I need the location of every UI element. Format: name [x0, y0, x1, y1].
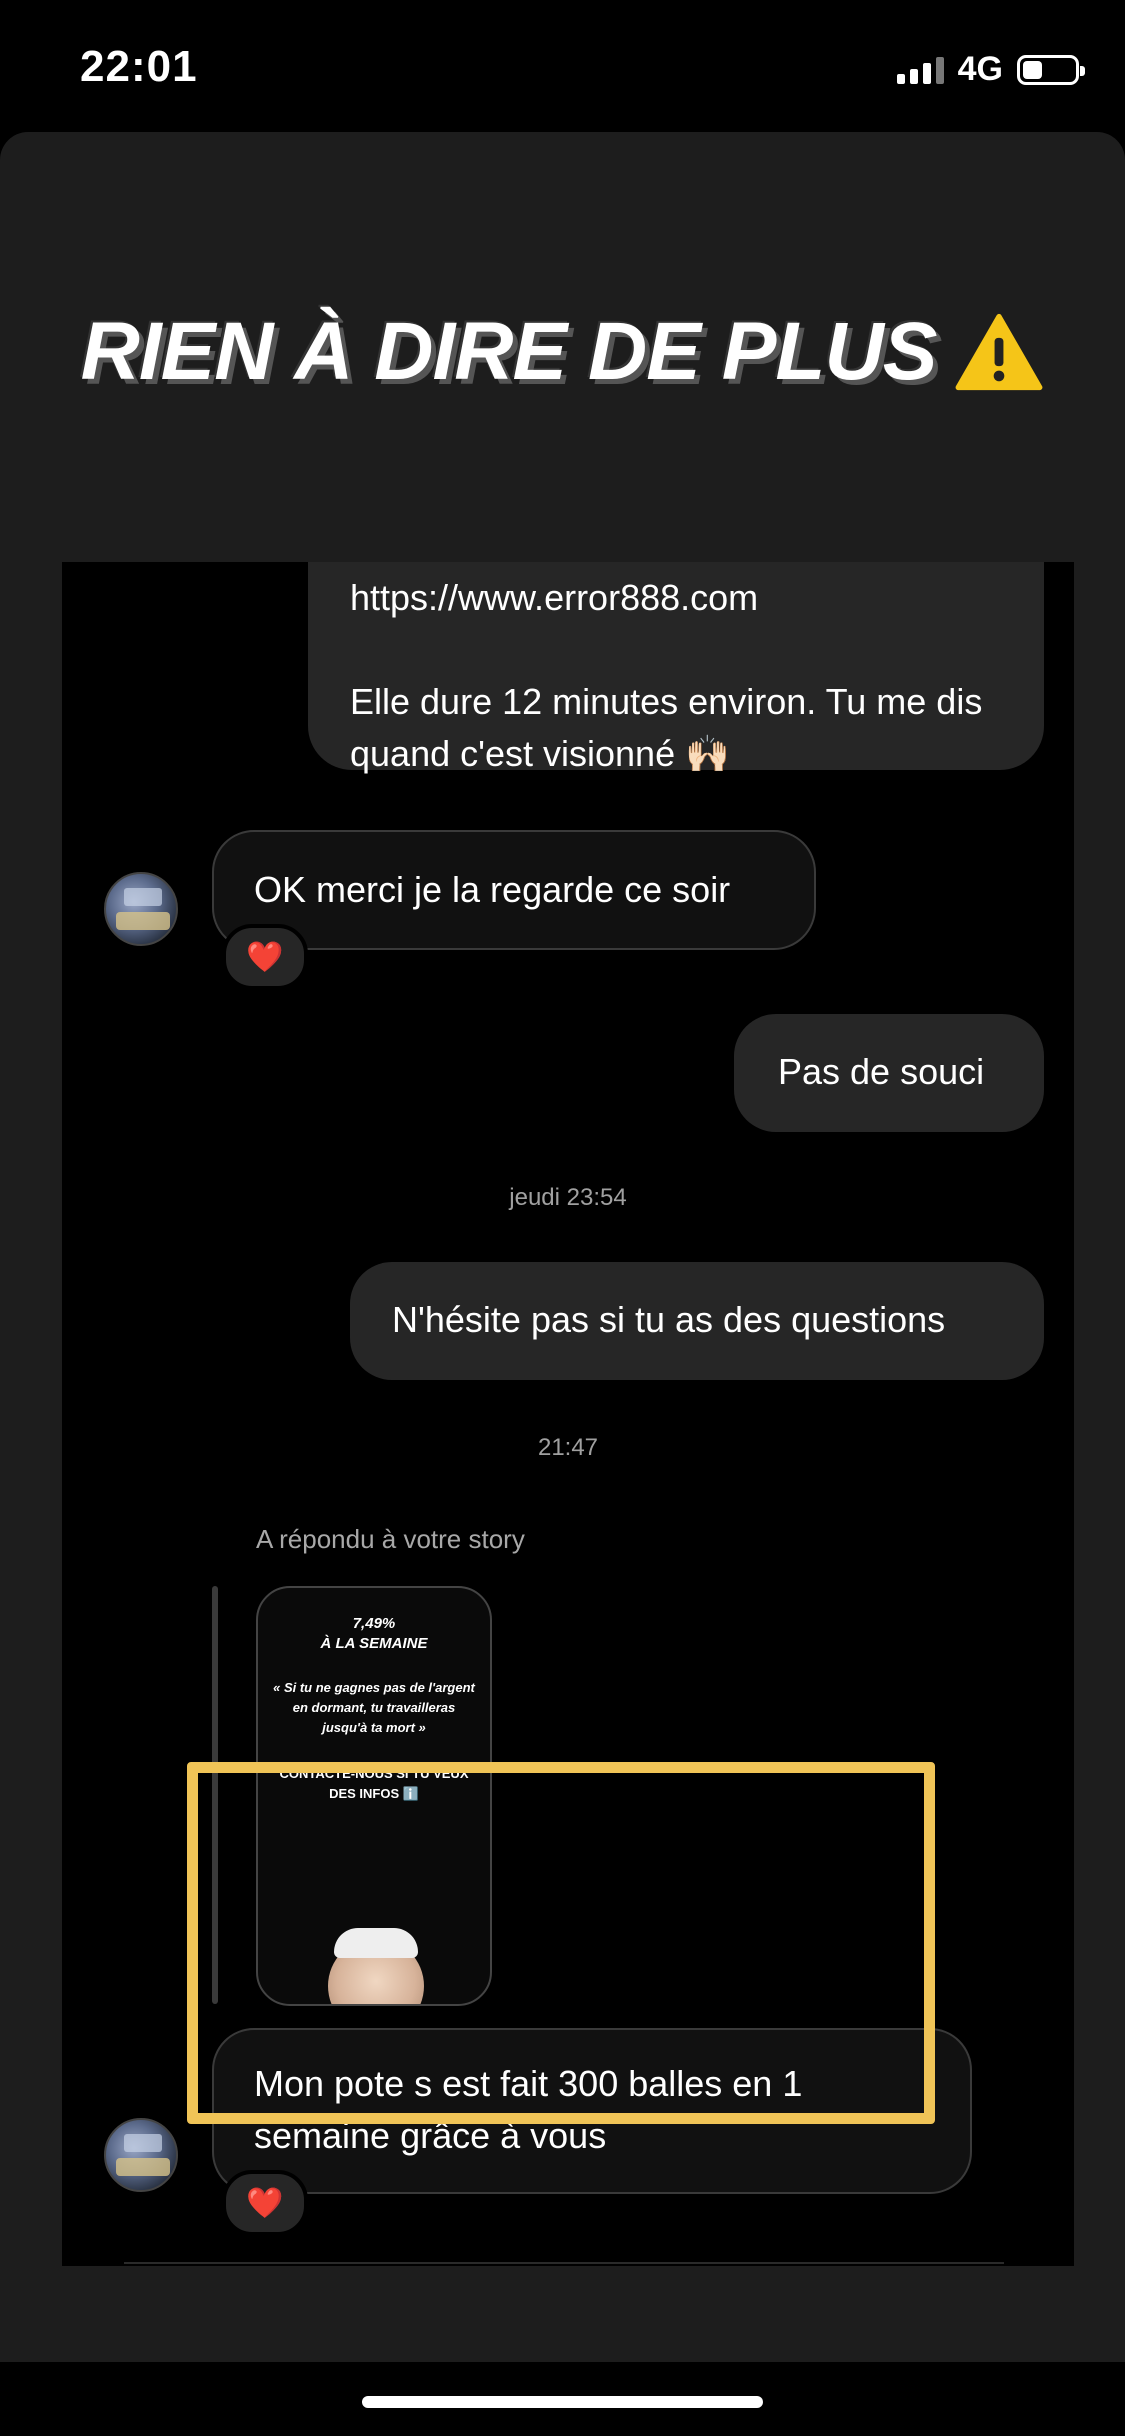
message-outgoing[interactable]: N'hésite pas si tu as des questions	[350, 1262, 1044, 1380]
avatar[interactable]	[104, 872, 178, 946]
warning-icon	[955, 313, 1043, 391]
message-outgoing[interactable]: https://www.error888.com Elle dure 12 mi…	[308, 562, 1044, 774]
message-text: Elle dure 12 minutes environ. Tu me dis …	[350, 681, 983, 774]
message-link[interactable]: https://www.error888.com	[350, 572, 1004, 624]
story-quote: « Si tu ne gagnes pas de l'argent en dor…	[273, 1680, 475, 1735]
highlight-frame	[187, 1762, 935, 2124]
network-label: 4G	[957, 50, 1003, 88]
timestamp: 21:47	[537, 1434, 599, 1461]
message-text: N'hésite pas si tu as des questions	[392, 1299, 946, 1340]
story-percent: 7,49%	[352, 1615, 396, 1632]
status-time: 22:01	[80, 42, 198, 91]
message-text: OK merci je la regarde ce soir	[254, 869, 731, 910]
story-reply-label: A répondu à votre story	[256, 1524, 525, 1554]
story-card: RIEN À DIRE DE PLUS https://www.error888…	[0, 132, 1125, 2362]
avatar[interactable]	[104, 2118, 178, 2192]
heart-reaction[interactable]: ❤️	[222, 2170, 308, 2236]
heart-reaction[interactable]: ❤️	[222, 924, 308, 990]
banner-title: RIEN À DIRE DE PLUS	[80, 306, 938, 397]
message-incoming[interactable]: OK merci je la regarde ce soir	[212, 830, 816, 950]
home-indicator[interactable]	[362, 2396, 763, 2408]
status-indicators: 4G	[896, 50, 1085, 89]
battery-icon	[1017, 54, 1085, 85]
signal-icon	[896, 56, 944, 84]
story-banner: RIEN À DIRE DE PLUS	[0, 287, 1125, 417]
timestamp: jeudi 23:54	[509, 1184, 627, 1211]
message-outgoing[interactable]: Pas de souci	[734, 1014, 1044, 1132]
story-week: À LA SEMAINE	[320, 1635, 428, 1652]
message-text: Pas de souci	[778, 1051, 985, 1092]
chat-bottom-divider	[124, 2262, 1004, 2264]
